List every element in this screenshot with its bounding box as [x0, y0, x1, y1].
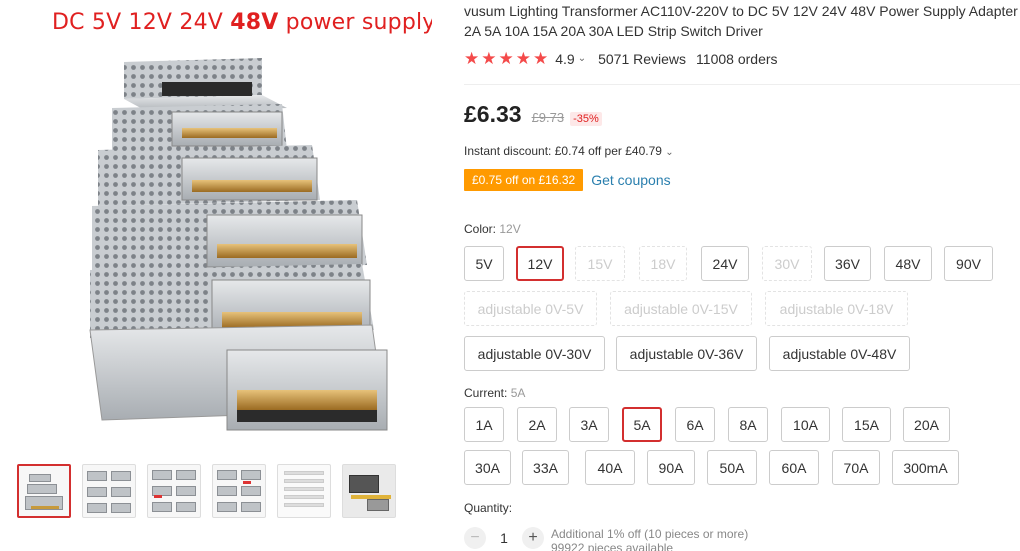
divider [464, 84, 1020, 85]
discount-badge: -35% [570, 112, 602, 126]
thumbnail-3[interactable] [147, 464, 201, 518]
price-row: £6.33 £9.73 -35% [464, 101, 602, 128]
chevron-down-icon: ⌄ [665, 147, 674, 158]
current-price: £6.33 [464, 101, 522, 127]
coupon-tag[interactable]: £0.75 off on £16.32 [464, 169, 584, 191]
orders-count: 11008 orders [696, 50, 778, 67]
color-option-chip[interactable]: 12V [516, 246, 564, 281]
quantity-stepper: − 1 + [464, 527, 544, 549]
current-option-chip[interactable]: 90A [647, 450, 695, 485]
color-label-text: Color: [464, 222, 500, 236]
color-option-chip: adjustable 0V-18V [765, 291, 908, 326]
current-option-chip[interactable]: 30A [464, 450, 511, 485]
color-option-chip: 30V [762, 246, 812, 281]
current-label: Current: 5A [464, 386, 525, 400]
product-gallery: DC 5V 12V 24V 48V power supply [0, 0, 440, 551]
color-option-chip[interactable]: 5V [464, 246, 504, 281]
current-option-chip[interactable]: 50A [707, 450, 757, 485]
coupon-row: £0.75 off on £16.32 Get coupons [464, 169, 671, 191]
quantity-value[interactable]: 1 [486, 530, 522, 546]
current-option-chip[interactable]: 3A [569, 407, 609, 442]
color-selected-value: 12V [499, 222, 521, 236]
product-title: vusum Lighting Transformer AC110V-220V t… [464, 3, 1018, 39]
current-option-chip[interactable]: 1A [464, 407, 504, 442]
bulk-discount-note: Additional 1% off (10 pieces or more) [551, 527, 749, 541]
star-icon: ★ [533, 49, 549, 68]
star-icon: ★ [481, 49, 497, 68]
thumbnail-strip [17, 464, 396, 518]
current-label-text: Current: [464, 386, 511, 400]
thumbnail-1[interactable] [17, 464, 71, 518]
reviews-link[interactable]: 5071 Reviews [598, 51, 686, 67]
current-option-chip[interactable]: 10A [781, 407, 830, 442]
image-heading-prefix: DC 5V 12V 24V [52, 10, 231, 35]
current-option-chip[interactable]: 20A [903, 407, 950, 442]
chevron-down-icon[interactable]: ⌄ [578, 53, 586, 64]
thumbnail-6[interactable] [342, 464, 396, 518]
current-option-chip[interactable]: 5A [622, 407, 662, 442]
get-coupons-link[interactable]: Get coupons [591, 172, 670, 188]
color-option-chip[interactable]: adjustable 0V-48V [769, 336, 910, 371]
increase-quantity-button[interactable]: + [522, 527, 544, 549]
current-option-chip[interactable]: 33A [522, 450, 569, 485]
image-heading-suffix: power supply [278, 10, 432, 35]
instant-discount[interactable]: Instant discount: £0.74 off per £40.79 ⌄ [464, 144, 674, 158]
original-price: £9.73 [531, 110, 565, 125]
current-option-chip[interactable]: 70A [832, 450, 880, 485]
color-option-chip[interactable]: adjustable 0V-36V [616, 336, 757, 371]
star-icon: ★ [498, 49, 514, 68]
color-option-chip: adjustable 0V-5V [464, 291, 597, 326]
color-option-chip[interactable]: adjustable 0V-30V [464, 336, 605, 371]
product-info: vusum Lighting Transformer AC110V-220V t… [464, 0, 1020, 551]
quantity-note: Additional 1% off (10 pieces or more) 99… [551, 527, 748, 551]
star-icon: ★ [464, 49, 480, 68]
rating-row: ★ ★ ★ ★ ★ 4.9 ⌄ 5071 Reviews 11008 order… [464, 50, 778, 67]
current-option-chip[interactable]: 6A [675, 407, 715, 442]
current-selected-value: 5A [510, 386, 526, 400]
main-product-image[interactable]: DC 5V 12V 24V 48V power supply [12, 0, 432, 455]
thumbnail-5[interactable] [277, 464, 331, 518]
current-option-chip[interactable]: 60A [769, 450, 819, 485]
thumbnail-4[interactable] [212, 464, 266, 518]
instant-discount-text: Instant discount: £0.74 off per £40.79 [464, 144, 662, 158]
color-option-chip[interactable]: 36V [824, 246, 871, 281]
thumbnail-2[interactable] [82, 464, 136, 518]
rating-value[interactable]: 4.9 [555, 51, 574, 67]
current-option-chip[interactable]: 40A [585, 450, 635, 485]
color-option-chip: 18V [639, 246, 687, 281]
current-option-chip[interactable]: 2A [517, 407, 557, 442]
color-label: Color: 12V [464, 222, 521, 236]
image-heading-bold: 48V [230, 10, 279, 35]
quantity-label: Quantity: [464, 501, 513, 515]
color-option-chip[interactable]: 90V [944, 246, 993, 281]
color-option-chip[interactable]: 48V [884, 246, 932, 281]
color-option-chip: adjustable 0V-15V [610, 291, 752, 326]
color-option-chip[interactable]: 24V [701, 246, 749, 281]
star-icon: ★ [515, 49, 531, 68]
power-supply-stack-illustration [89, 58, 388, 431]
color-option-chip: 15V [575, 246, 625, 281]
current-option-chip[interactable]: 15A [842, 407, 891, 442]
decrease-quantity-button[interactable]: − [464, 527, 486, 549]
star-rating: ★ ★ ★ ★ ★ [464, 50, 548, 67]
stock-availability: 99922 pieces available [551, 541, 674, 551]
current-option-chip[interactable]: 8A [728, 407, 768, 442]
current-option-chip[interactable]: 300mA [892, 450, 959, 485]
image-heading: DC 5V 12V 24V 48V power supply [52, 10, 432, 35]
